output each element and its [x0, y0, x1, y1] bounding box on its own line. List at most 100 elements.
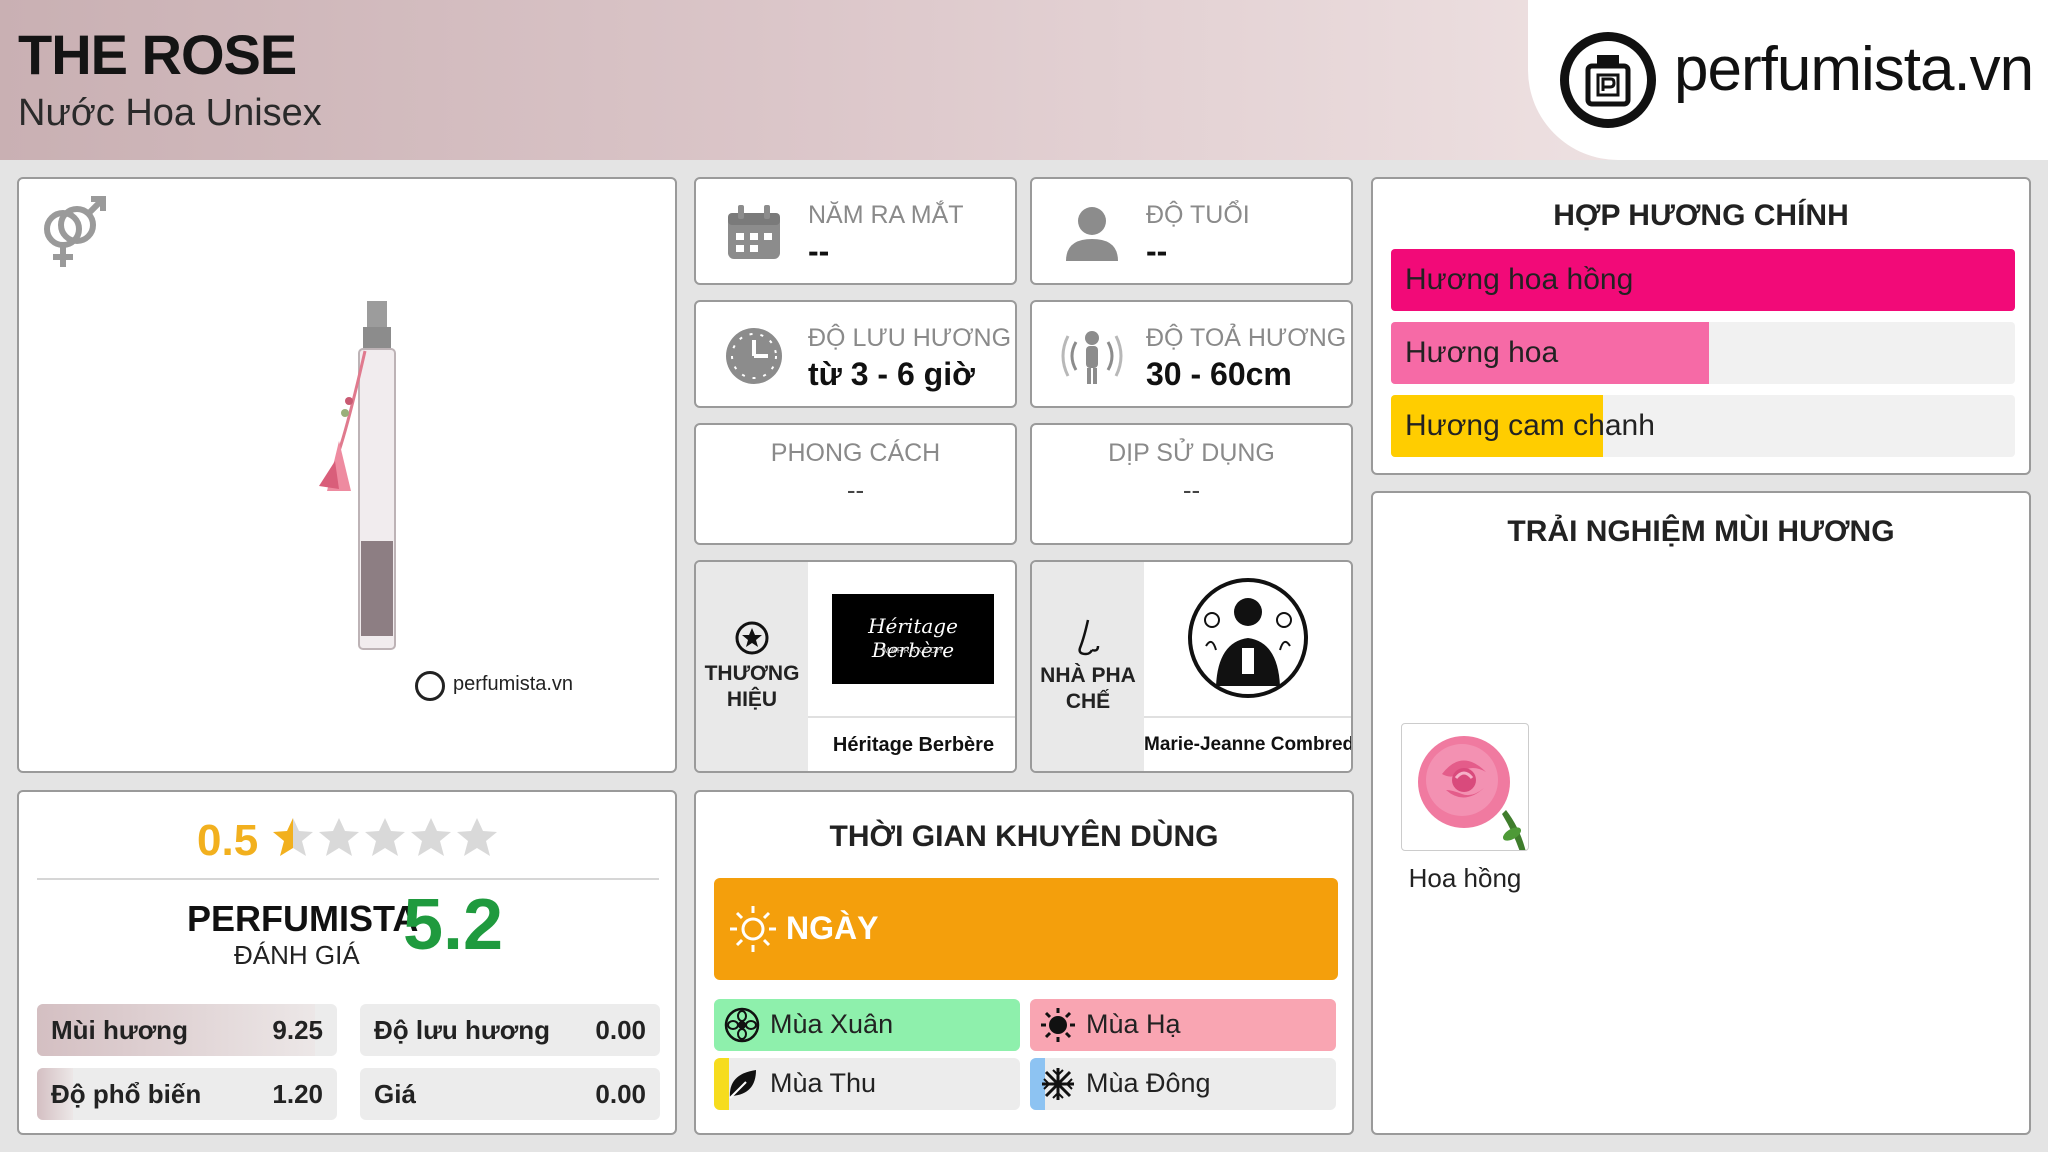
score-row: Giá 0.00	[360, 1068, 660, 1120]
season-row: Mùa Xuân	[714, 999, 1020, 1051]
rose-note-image	[1401, 723, 1529, 851]
star-icon	[273, 818, 313, 856]
rating-card: 0.5 PERFUMISTA ĐÁNH GIÁ 5.2 Mùi hương 9.2…	[17, 790, 677, 1135]
clock-icon	[726, 328, 782, 384]
perfumer-label-line1: NHÀ PHA	[1040, 664, 1136, 687]
accord-label: Hương hoa hồng	[1405, 263, 1634, 296]
perfumista-label: PERFUMISTA	[187, 898, 419, 939]
notes-title: TRẢI NGHIỆM MÙI HƯƠNG	[1507, 515, 1895, 548]
accord-row: Hương hoa hồng	[1391, 249, 2015, 311]
nose-icon	[1078, 619, 1100, 656]
age-value: --	[1146, 233, 1168, 269]
site-logo-text: perfumista.vn	[1674, 35, 2034, 104]
season-row: Mùa Thu	[714, 1058, 1020, 1110]
rating-divider	[37, 878, 659, 880]
perfumer-avatar-icon	[1188, 578, 1308, 698]
score-value: 1.20	[272, 1079, 323, 1109]
star-icon	[365, 818, 405, 856]
star-badge-icon	[735, 621, 769, 655]
accord-label: Hương hoa	[1405, 336, 1559, 369]
accords-title: HỢP HƯƠNG CHÍNH	[1553, 199, 1849, 232]
person-icon	[1066, 207, 1118, 261]
season-row: Mùa Đông	[1030, 1058, 1336, 1110]
overall-score: 5.2	[403, 885, 504, 965]
sun-outline-icon	[730, 906, 776, 952]
brand-name-strip: Héritage Berbère	[808, 716, 1015, 771]
season-label: Mùa Đông	[1086, 1068, 1211, 1098]
accord-row: Hương hoa	[1391, 322, 2015, 384]
page-title: THE ROSE	[18, 23, 297, 86]
release-year-label: NĂM RA MẮT	[808, 201, 964, 229]
timing-title: THỜI GIAN KHUYÊN DÙNG	[829, 820, 1219, 853]
accord-row: Hương cam chanh	[1391, 395, 2015, 457]
style-value: --	[846, 475, 865, 505]
style-label: PHONG CÁCH	[770, 439, 941, 467]
sillage-value: 30 - 60cm	[1146, 356, 1292, 392]
season-label: Mùa Hạ	[1086, 1009, 1181, 1039]
style-card: PHONG CÁCH --	[694, 423, 1017, 545]
perfumer-name: Marie-Jeanne Combredet	[1144, 734, 1353, 755]
score-label: Mùi hương	[51, 1015, 188, 1045]
main-accords-card: HỢP HƯƠNG CHÍNH Hương hoa hồng Hương hoa H…	[1371, 177, 2031, 475]
day-label: NGÀY	[786, 910, 879, 946]
score-row: Độ phổ biến 1.20	[37, 1068, 337, 1120]
score-label: Giá	[374, 1079, 416, 1109]
perfumer-card[interactable]: NHÀ PHA CHẾ Marie-Jeanne Combredet	[1030, 560, 1353, 773]
score-row: Độ lưu hương 0.00	[360, 1004, 660, 1056]
longevity-card: ĐỘ LƯU HƯƠNG từ 3 - 6 giờ	[694, 300, 1017, 408]
leaf-icon	[724, 1066, 760, 1102]
age-label: ĐỘ TUỔI	[1146, 201, 1250, 229]
brand-label-line2: HIỆU	[726, 688, 778, 711]
note-label: Hoa hồng	[1408, 863, 1522, 893]
age-card: ĐỘ TUỔI --	[1030, 177, 1353, 285]
perfumer-label-line2: CHẾ	[1065, 690, 1111, 713]
stars-value: 0.5	[197, 816, 259, 865]
longevity-value: từ 3 - 6 giờ	[808, 356, 975, 392]
occasion-card: DỊP SỬ DỤNG --	[1030, 423, 1353, 545]
site-logo[interactable]: perfumista.vn	[1528, 0, 2048, 160]
star-rating	[273, 818, 497, 856]
season-label: Mùa Xuân	[770, 1009, 894, 1039]
perfumer-name-strip: Marie-Jeanne Combredet	[1144, 716, 1353, 771]
longevity-label: ĐỘ LƯU HƯƠNG	[808, 324, 1012, 352]
snowflake-icon	[1040, 1066, 1076, 1102]
product-watermark: perfumista.vn	[415, 669, 585, 703]
sun-icon	[1040, 1007, 1076, 1043]
score-label: Độ phổ biến	[51, 1079, 202, 1109]
occasion-label: DỊP SỬ DỤNG	[1108, 439, 1275, 467]
day-bar: NGÀY	[714, 878, 1338, 980]
perfumer-label-panel: NHÀ PHA CHẾ	[1032, 562, 1144, 771]
star-icon	[457, 818, 497, 856]
page-subtitle: Nước Hoa Unisex	[18, 92, 322, 134]
star-icon	[319, 818, 359, 856]
watermark-logo-icon	[415, 671, 445, 701]
radiating-person-icon	[1061, 331, 1123, 384]
perfume-bottle-image	[319, 301, 396, 650]
star-icon	[411, 818, 451, 856]
header: THE ROSE Nước Hoa Unisex perfumista.vn	[0, 0, 2048, 160]
season-row: Mùa Hạ	[1030, 999, 1336, 1051]
release-year-value: --	[808, 233, 830, 269]
sillage-label: ĐỘ TOẢ HƯƠNG	[1146, 324, 1347, 352]
brand-logo: Héritage Berbère MARRAKECH	[832, 594, 994, 684]
occasion-value: --	[1182, 475, 1201, 505]
brand-label-panel: THƯƠNG HIỆU	[696, 562, 808, 771]
unisex-symbol-icon	[44, 196, 106, 267]
score-value: 0.00	[595, 1079, 646, 1109]
season-label: Mùa Thu	[770, 1068, 877, 1098]
score-row: Mùi hương 9.25	[37, 1004, 337, 1056]
score-label: Độ lưu hương	[374, 1015, 550, 1045]
sillage-card: ĐỘ TOẢ HƯƠNG 30 - 60cm	[1030, 300, 1353, 408]
brand-label-line1: THƯƠNG	[704, 662, 800, 685]
brand-name: Héritage Berbère	[832, 734, 995, 756]
watermark-text: perfumista.vn	[453, 673, 574, 695]
accord-label: Hương cam chanh	[1405, 409, 1655, 442]
recommended-time-card: THỜI GIAN KHUYÊN DÙNG NGÀY Mùa Xuân Mùa H…	[694, 790, 1354, 1135]
product-image-card: perfumista.vn	[17, 177, 677, 773]
brand-logo-subtext: MARRAKECH	[882, 646, 944, 655]
note-item[interactable]: Hoa hồng	[1401, 723, 1533, 903]
brand-card[interactable]: THƯƠNG HIỆU Héritage Berbère MARRAKECH H…	[694, 560, 1017, 773]
release-year-card: NĂM RA MẮT --	[694, 177, 1017, 285]
calendar-icon	[728, 205, 780, 259]
score-value: 0.00	[595, 1015, 646, 1045]
